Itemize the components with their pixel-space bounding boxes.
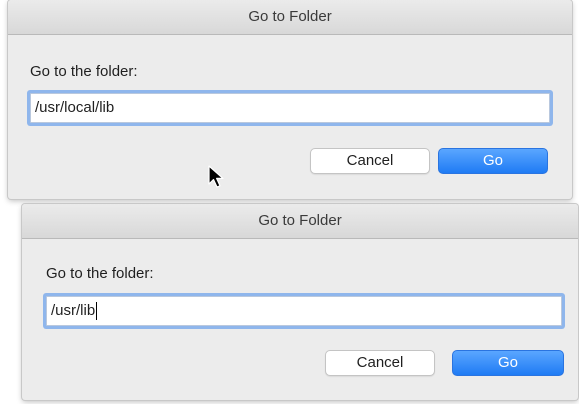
go-to-folder-dialog-2: Go to Folder Go to the folder: /usr/lib … <box>22 204 578 400</box>
folder-prompt-label: Go to the folder: <box>30 63 138 80</box>
cancel-button[interactable]: Cancel <box>310 148 430 174</box>
go-button[interactable]: Go <box>452 350 564 376</box>
dialog-title: Go to Folder <box>22 204 578 239</box>
folder-path-value: /usr/lib <box>51 302 96 319</box>
folder-path-value: /usr/local/lib <box>35 99 115 116</box>
text-caret <box>96 302 98 321</box>
go-button[interactable]: Go <box>438 148 548 174</box>
go-to-folder-dialog-1: Go to Folder Go to the folder: /usr/loca… <box>8 0 572 199</box>
cancel-button[interactable]: Cancel <box>325 350 435 376</box>
dialog-title: Go to Folder <box>8 0 572 35</box>
screenshot-stage: Go to Folder Go to the folder: /usr/loca… <box>0 0 579 404</box>
mouse-pointer-icon <box>208 165 224 188</box>
folder-path-input[interactable]: /usr/lib <box>46 296 562 326</box>
folder-path-input[interactable]: /usr/local/lib <box>30 93 550 123</box>
folder-prompt-label: Go to the folder: <box>46 265 154 282</box>
